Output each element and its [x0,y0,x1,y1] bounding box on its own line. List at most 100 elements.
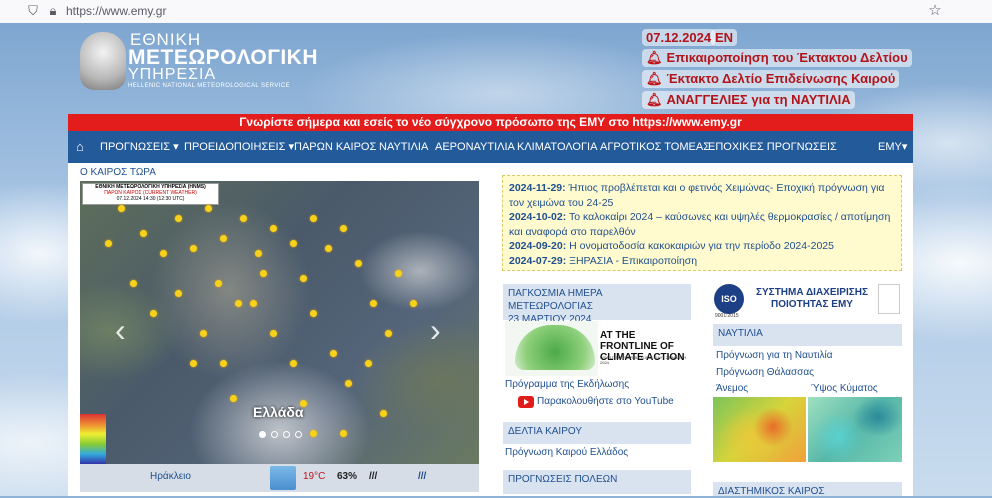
sun-icon [290,360,297,367]
nav-agriculture[interactable]: ΑΓΡΟΤΙΚΟΣ ΤΟΜΕΑΣ [600,131,710,163]
shield-icon[interactable]: ⛉ [26,4,40,18]
nav-climatology[interactable]: ΚΛΙΜΑΤΟΛΟΓΙΑ [517,131,597,163]
sun-icon [345,380,352,387]
sun-icon [310,430,317,437]
news-item[interactable]: 2024-09-20: Η ονοματοδοσία κακοκαιριών γ… [509,239,897,254]
iso-cert-number: 9001:2015 [715,313,739,319]
news-item[interactable]: 2024-07-29: ΞΗΡΑΣΙΑ - Επικαιροποίηση [509,254,897,269]
carousel-dot-3[interactable] [283,431,290,438]
nav-forecasts[interactable]: ΠΡΟΓΝΩΣΕΙΣ ▾ [100,131,179,163]
sun-icon [300,275,307,282]
youtube-icon[interactable] [518,396,534,408]
sun-icon [175,290,182,297]
sun-icon [395,270,402,277]
city-wind: /// [369,471,378,482]
nav-seasonal[interactable]: ΕΠΟΧΙΚΕΣ ΠΡΟΓΝΩΣΕΙΣ [708,131,837,163]
sun-icon [240,215,247,222]
sun-icon [215,280,222,287]
sun-icon [118,205,125,212]
sun-icon [385,330,392,337]
sun-icon [190,245,197,252]
sun-icon [235,300,242,307]
sea-forecast-link[interactable]: Πρόγνωση Θάλασσας [716,367,814,378]
language-switch-en[interactable]: EN [711,29,738,46]
alert-update-bulletin-link[interactable]: 🔔︎ Επικαιροποίηση του Έκτακτου Δελτίου [642,49,912,67]
cities-heading[interactable]: ΠΡΟΓΝΩΣΕΙΣ ΠΟΛΕΩΝ [503,470,691,494]
map-header-label: ΕΘΝΙΚΗ ΜΕΤΕΩΡΟΛΟΓΙΚΗ ΥΠΗΡΕΣΙΑ (HNMS) ΠΑΡ… [82,183,219,205]
nav-shipping[interactable]: ΝΑΥΤΙΛΙΑ [379,131,428,163]
map-legend [80,414,106,464]
city-wind-dir: /// [418,471,427,482]
wave-height-map[interactable] [808,397,902,462]
current-date: 07.12.2024 [642,29,716,46]
greece-forecast-link[interactable]: Πρόγνωση Καιρού Ελλάδος [505,447,628,458]
bulletins-heading[interactable]: ΔΕΛΤΙΑ ΚΑΙΡΟΥ [503,422,691,444]
sun-icon [205,205,212,212]
wmo-day-heading[interactable]: ΠΑΓΚΟΣΜΙΑ ΗΜΕΡΑ ΜΕΤΕΩΡΟΛΟΓΙΑΣ 23 ΜΑΡΤΙΟΥ… [503,284,691,325]
nav-aviation[interactable]: ΑΕΡΟΝΑΥΤΙΛΙΑ [435,131,515,163]
certificate-doc-icon [878,284,900,314]
sun-icon [340,430,347,437]
sun-icon [175,215,182,222]
carousel-prev-icon[interactable]: ‹ [115,314,126,346]
sun-icon [220,235,227,242]
sun-icon [105,240,112,247]
aristotle-logo-icon[interactable] [80,32,126,90]
alert-emergency-bulletin-link[interactable]: 🔔︎ Έκτακτο Δελτίο Επιδείνωσης Καιρού [642,70,900,88]
event-program-link[interactable]: Πρόγραμμα της Εκδήλωσης [505,379,629,390]
sun-icon [310,310,317,317]
city-name[interactable]: Ηράκλειο [150,471,191,482]
home-icon[interactable]: ⌂ [76,131,84,163]
news-item[interactable]: 2024-11-29: Ήπιος προβλέπεται και ο φετι… [509,181,897,211]
wind-forecast-map[interactable] [713,397,806,462]
wave-height-label: Ύψος Κύματος [811,383,878,394]
carousel-dot-1[interactable] [259,431,266,438]
sun-icon [160,250,167,257]
announcement-banner[interactable]: Γνωρίστε σήμερα και εσείς το νέο σύγχρον… [68,114,913,131]
sun-icon [325,245,332,252]
sun-icon [330,350,337,357]
bell-icon: 🔔︎ [646,92,663,107]
sun-icon [290,240,297,247]
sun-icon [380,410,387,417]
news-item[interactable]: 2024-10-02: Το καλοκαίρι 2024 – καύσωνες… [509,210,897,240]
lock-icon[interactable]: 🔒︎ [46,4,60,18]
iso-logo-icon: ISO [714,284,744,314]
main-nav: ⌂ ΠΡΟΓΝΩΣΕΙΣ ▾ ΠΡΟΕΙΔΟΠΟΙΗΣΕΙΣ ▾ ΠΑΡΩΝ Κ… [68,131,913,163]
nav-emy-menu[interactable]: ΕΜΥ▾ [878,131,907,163]
sun-icon [355,260,362,267]
browser-toolbar: ⛉ 🔒︎ https://www.emy.gr ☆ [0,0,992,24]
sun-icon [250,300,257,307]
logo-line-3[interactable]: ΥΠΗΡΕΣΙΑ [128,66,216,84]
nav-current-weather[interactable]: ΠΑΡΩΝ ΚΑΙΡΟΣ [294,131,376,163]
url-bar[interactable]: https://www.emy.gr [66,4,166,18]
sun-icon [130,280,137,287]
carousel-next-icon[interactable]: › [430,314,441,346]
wind-map-label: Άνεμος [716,383,749,394]
partly-cloudy-icon [270,466,296,490]
carousel-dot-2[interactable] [271,431,278,438]
bookmark-star-icon[interactable]: ☆ [928,3,942,18]
sun-icon [340,225,347,232]
sun-icon [270,330,277,337]
weather-map-carousel[interactable] [80,181,479,464]
city-humidity: 63% [337,471,358,482]
alert-shipping-link[interactable]: 🔔︎ ΑΝΑΓΓΕΛΙΕΣ για τη ΝΑΥΤΙΛΙΑ [642,91,855,109]
carousel-dot-4[interactable] [295,431,302,438]
nav-warnings[interactable]: ΠΡΟΕΙΔΟΠΟΙΗΣΕΙΣ ▾ [184,131,294,163]
space-weather-heading[interactable]: ΔΙΑΣΤΗΜΙΚΟΣ ΚΑΙΡΟΣ [713,482,902,497]
shipping-heading[interactable]: ΝΑΥΤΙΛΙΑ [713,324,902,346]
weather-now-title[interactable]: Ο ΚΑΙΡΟΣ ΤΩΡΑ [80,167,156,178]
sun-icon [200,330,207,337]
shipping-forecast-link[interactable]: Πρόγνωση για τη Ναυτιλία [716,350,833,361]
sun-icon [190,360,197,367]
iso-text: ΣΥΣΤΗΜΑ ΔΙΑΧΕΙΡΙΣΗΣ ΠΟΙΟΤΗΤΑΣ ΕΜΥ [756,287,868,310]
carousel-caption: Ελλάδα [253,404,304,420]
sun-icon [230,395,237,402]
sun-icon [140,230,147,237]
bell-icon: 🔔︎ [646,50,663,65]
bell-icon: 🔔︎ [646,71,663,86]
sun-icon [150,310,157,317]
logo-line-4: HELLENIC NATIONAL METEOROLOGICAL SERVICE [128,83,291,89]
youtube-link[interactable]: Παρακολουθήστε στο YouTube [537,396,674,407]
